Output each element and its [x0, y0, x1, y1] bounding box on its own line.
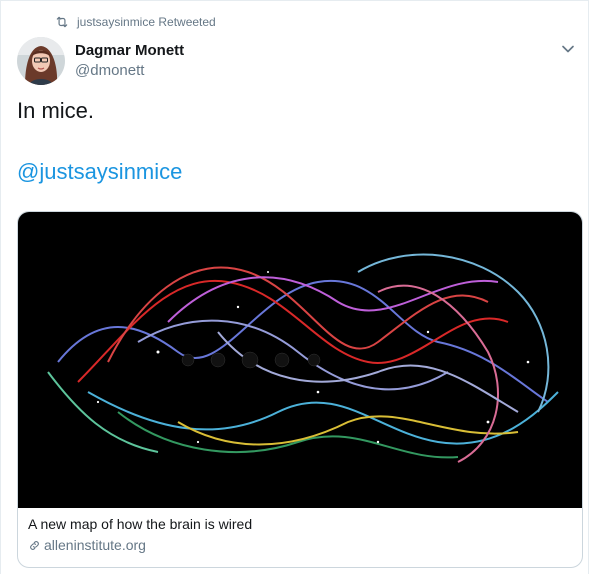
retweet-context[interactable]: justsaysinmice Retweeted — [55, 15, 216, 29]
card-domain-text[interactable]: alleninstitute.org — [44, 537, 146, 553]
tweet[interactable]: justsaysinmice Retweeted Dagmar Monett @… — [0, 0, 589, 574]
author-name[interactable]: Dagmar Monett — [75, 42, 184, 60]
link-icon — [30, 540, 39, 550]
retweet-icon — [56, 16, 68, 28]
link-card[interactable]: A new map of how the brain is wired alle… — [17, 211, 583, 568]
retweet-label[interactable]: justsaysinmice Retweeted — [77, 15, 216, 29]
card-title[interactable]: A new map of how the brain is wired — [28, 516, 572, 532]
author-handle[interactable]: @dmonett — [75, 62, 184, 80]
mention-link[interactable]: @justsaysinmice — [17, 159, 182, 185]
card-info: A new map of how the brain is wired alle… — [18, 508, 582, 553]
card-domain[interactable]: alleninstitute.org — [28, 537, 572, 553]
tweet-menu-button[interactable] — [558, 39, 578, 59]
chevron-down-icon — [562, 45, 574, 53]
tweet-text: In mice. — [17, 98, 95, 123]
author-block[interactable]: Dagmar Monett @dmonett — [75, 42, 184, 80]
avatar[interactable] — [17, 37, 65, 85]
card-image[interactable] — [18, 212, 583, 508]
